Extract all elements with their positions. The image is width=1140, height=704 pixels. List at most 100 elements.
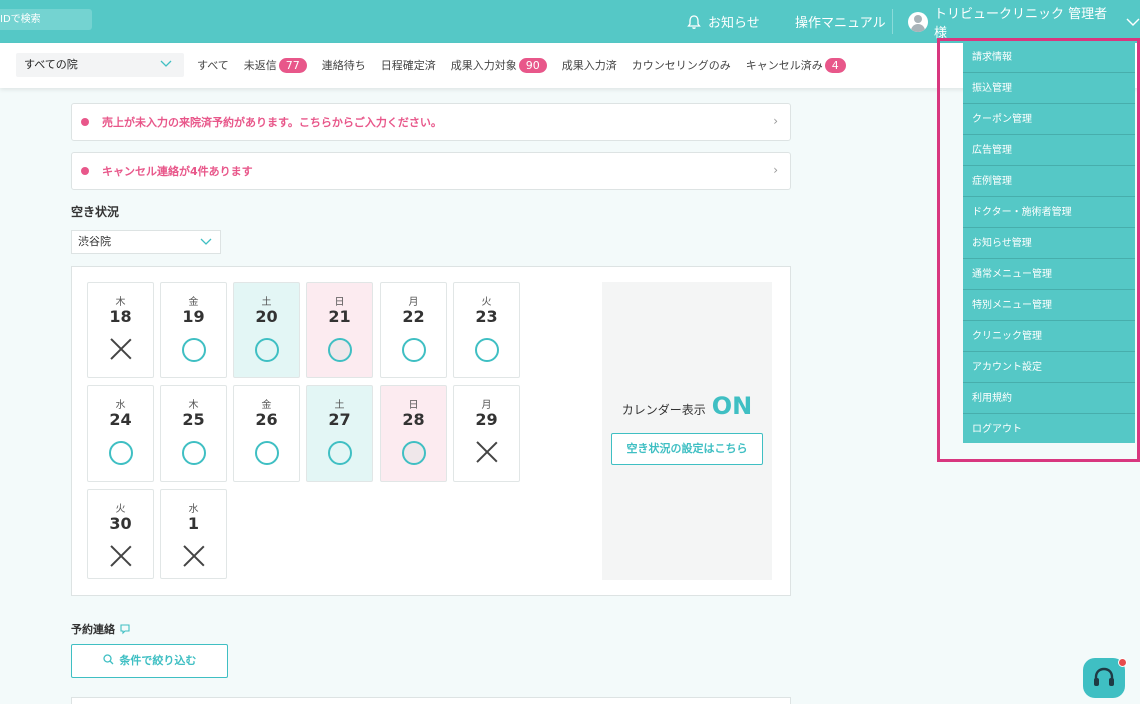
clinic-select[interactable]: すべての院: [16, 53, 184, 77]
notice-label: お知らせ: [708, 16, 760, 31]
chevron-right-icon: ›: [773, 114, 778, 128]
reservations-title-row: 予約連絡: [71, 621, 131, 637]
day-of-week: 土: [261, 297, 272, 308]
tab-waiting[interactable]: 連絡待ち: [322, 57, 366, 73]
count-badge: 77: [278, 57, 307, 73]
day-cell[interactable]: 月 22: [380, 282, 447, 378]
day-cell[interactable]: 水 24: [87, 385, 154, 482]
day-number: 29: [475, 410, 498, 429]
available-circle-icon: [255, 338, 279, 362]
day-cell[interactable]: 火 30: [87, 489, 154, 579]
day-of-week: 水: [188, 504, 199, 515]
calendar-display-toggle[interactable]: カレンダー表示 ON: [602, 392, 772, 420]
tab-label: 未返信: [243, 59, 277, 72]
day-number: 24: [109, 410, 132, 429]
day-of-week: 木: [115, 297, 126, 308]
availability-title: 空き状況: [71, 205, 120, 219]
tab-label: 連絡待ち: [321, 59, 366, 72]
tab-label: キャンセル済み: [745, 59, 823, 72]
notice-link[interactable]: お知らせ: [686, 0, 760, 43]
tab-label: 日程確定済: [380, 59, 436, 72]
available-circle-icon: [255, 441, 279, 465]
manual-label: 操作マニュアル: [795, 16, 886, 31]
tab-result-done[interactable]: 成果入力済: [562, 57, 617, 73]
info-bubble-icon[interactable]: [119, 623, 131, 635]
chevron-down-icon: [1126, 18, 1140, 26]
chevron-down-icon: [200, 238, 212, 245]
tab-unreplied[interactable]: 未返信 77: [244, 57, 307, 73]
day-of-week: 火: [481, 297, 492, 308]
id-search-input[interactable]: IDで検索: [0, 9, 92, 30]
day-of-week: 金: [188, 297, 199, 308]
user-menu-toggle[interactable]: トリビュークリニック 管理者様: [908, 0, 1140, 43]
day-number: 20: [255, 307, 278, 326]
day-of-week: 土: [334, 400, 345, 411]
tab-result-target[interactable]: 成果入力対象 90: [451, 57, 547, 73]
count-badge: 90: [518, 57, 547, 73]
day-number: 18: [109, 307, 132, 326]
day-number: 22: [402, 307, 425, 326]
unavailable-cross-icon: [182, 544, 206, 568]
day-cell[interactable]: 月 29: [453, 385, 520, 482]
avatar-icon: [908, 11, 928, 32]
available-circle-icon: [109, 441, 133, 465]
day-number: 25: [182, 410, 205, 429]
manual-link[interactable]: 操作マニュアル: [795, 0, 886, 43]
available-circle-icon: [328, 441, 352, 465]
day-cell[interactable]: 土 27: [306, 385, 373, 482]
availability-clinic-value: 渋谷院: [78, 235, 111, 248]
sales-alert[interactable]: 売上が未入力の来院済予約があります。こちらからご入力ください。 ›: [71, 103, 791, 141]
sales-alert-text: 売上が未入力の来院済予約があります。こちらからご入力ください。: [102, 116, 442, 129]
day-of-week: 金: [261, 400, 272, 411]
available-circle-icon: [182, 338, 206, 362]
day-of-week: 木: [188, 400, 199, 411]
tab-label: すべて: [197, 59, 229, 72]
chevron-down-icon: [160, 60, 172, 67]
bell-icon: [687, 14, 701, 29]
filter-conditions-label: 条件で絞り込む: [119, 654, 197, 667]
availability-clinic-select[interactable]: 渋谷院: [71, 230, 221, 254]
alert-icon: [81, 167, 89, 175]
user-name: トリビュークリニック 管理者様: [933, 6, 1108, 41]
day-number: 21: [328, 307, 351, 326]
tab-cancelled[interactable]: キャンセル済み 4: [746, 57, 846, 73]
filter-conditions-button[interactable]: 条件で絞り込む: [71, 644, 228, 678]
tab-label: 成果入力済: [561, 59, 617, 72]
tab-label: 成果入力対象: [450, 59, 517, 72]
available-circle-icon: [328, 338, 352, 362]
cancel-alert[interactable]: キャンセル連絡が4件あります ›: [71, 152, 791, 190]
day-number: 19: [182, 307, 205, 326]
day-cell[interactable]: 日 21: [306, 282, 373, 378]
day-of-week: 水: [115, 400, 126, 411]
support-chat-button[interactable]: [1083, 658, 1127, 698]
unavailable-cross-icon: [475, 440, 499, 464]
unread-dot: [1118, 658, 1127, 667]
day-cell[interactable]: 金 19: [160, 282, 227, 378]
unavailable-cross-icon: [109, 337, 133, 361]
day-cell[interactable]: 水1: [160, 489, 227, 579]
day-cell[interactable]: 土 20: [233, 282, 300, 378]
header-divider: [892, 9, 893, 34]
day-number: 27: [328, 410, 351, 429]
menu-highlight-frame: [937, 38, 1140, 462]
tab-confirmed[interactable]: 日程確定済: [381, 57, 436, 73]
available-circle-icon: [475, 338, 499, 362]
tab-all[interactable]: すべて: [197, 57, 229, 73]
day-of-week: 日: [334, 297, 345, 308]
day-cell[interactable]: 木 25: [160, 385, 227, 482]
tab-counseling-only[interactable]: カウンセリングのみ: [632, 57, 731, 73]
day-cell[interactable]: 木 18: [87, 282, 154, 378]
day-cell[interactable]: 金 26: [233, 385, 300, 482]
count-badge: 4: [824, 57, 846, 73]
cancel-alert-text: キャンセル連絡が4件あります: [102, 165, 253, 178]
day-number: 28: [402, 410, 425, 429]
day-cell[interactable]: 火 23: [453, 282, 520, 378]
day-cell[interactable]: 日 28: [380, 385, 447, 482]
search-icon: [102, 654, 114, 665]
availability-settings-button[interactable]: 空き状況の設定はこちら: [611, 433, 763, 465]
day-of-week: 月: [408, 297, 419, 308]
tab-label: カウンセリングのみ: [631, 59, 731, 72]
calendar-display-label: カレンダー表示: [621, 403, 706, 417]
day-number: 26: [255, 410, 278, 429]
calendar-display-value: ON: [711, 392, 753, 420]
